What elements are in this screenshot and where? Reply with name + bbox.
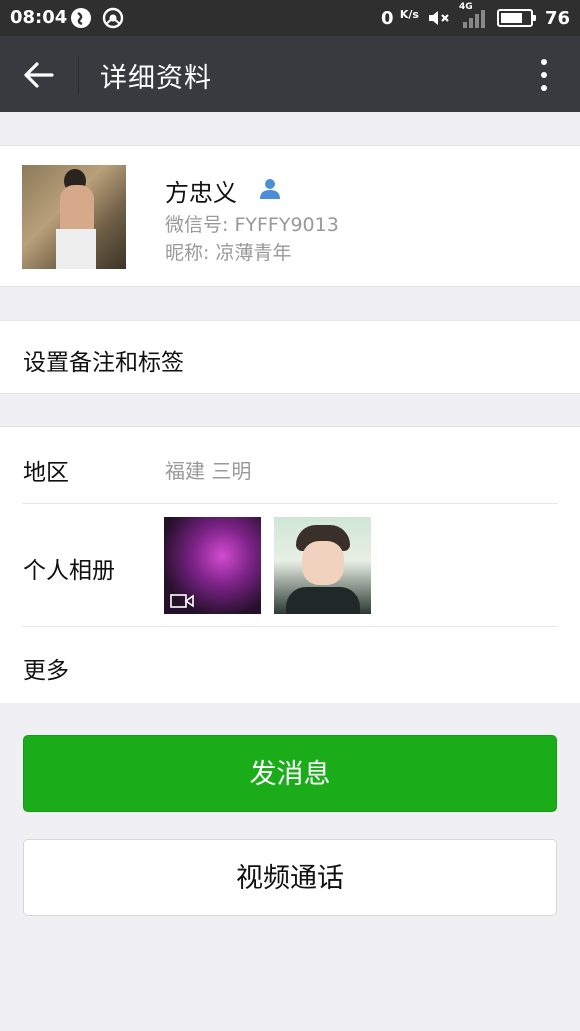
status-time: 08:04	[10, 7, 68, 28]
more-label: 更多	[23, 658, 69, 684]
back-arrow-icon[interactable]	[20, 56, 58, 94]
info-section: 地区 福建 三明 个人相册 更多	[0, 426, 580, 703]
app-bar: 详细资料	[0, 36, 580, 112]
notification-app-icon-2	[102, 7, 124, 29]
video-call-button[interactable]: 视频通话	[23, 839, 557, 916]
wechat-id: 微信号: FYFFY9013	[165, 214, 339, 236]
video-camera-icon	[170, 594, 194, 608]
more-row[interactable]: 更多	[0, 627, 580, 704]
battery-level: 76	[544, 7, 570, 29]
notification-app-icon	[71, 8, 91, 28]
set-remark-row[interactable]: 设置备注和标签	[0, 320, 580, 394]
status-bar: 08:04 0 K/s 4G 76	[0, 0, 580, 36]
album-thumbnail-photo[interactable]	[274, 517, 371, 614]
album-label: 个人相册	[23, 558, 115, 584]
app-bar-divider	[78, 56, 79, 94]
more-menu-icon[interactable]	[538, 56, 550, 94]
battery-icon	[496, 9, 536, 27]
album-thumbnail-video[interactable]	[164, 517, 261, 614]
avatar[interactable]	[22, 165, 126, 269]
album-row[interactable]: 个人相册	[0, 504, 580, 625]
network-speed: 0 K/s	[381, 7, 419, 29]
contact-person-icon	[260, 179, 280, 199]
page-title: 详细资料	[100, 63, 212, 94]
region-label: 地区	[23, 460, 69, 486]
mute-icon	[428, 11, 449, 25]
contact-name: 方忠义	[165, 179, 237, 207]
nickname: 昵称: 凉薄青年	[165, 242, 292, 264]
region-value: 福建 三明	[165, 459, 252, 483]
profile-card: 方忠义 微信号: FYFFY9013 昵称: 凉薄青年	[0, 145, 580, 287]
send-message-button[interactable]: 发消息	[23, 735, 557, 812]
set-remark-label: 设置备注和标签	[23, 350, 184, 376]
signal-indicator: 4G	[459, 2, 489, 28]
